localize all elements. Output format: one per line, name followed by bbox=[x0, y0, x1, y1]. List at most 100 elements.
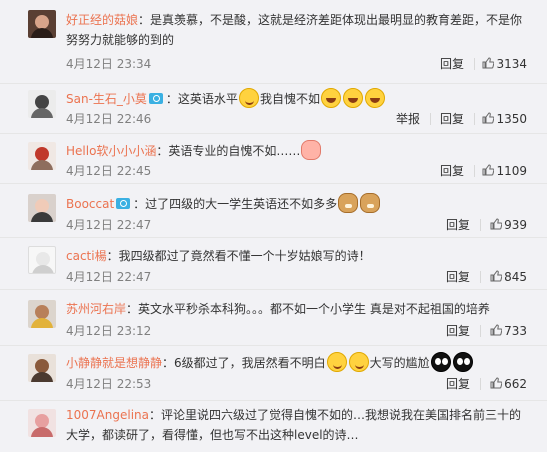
like-button[interactable]: 3134 bbox=[482, 56, 527, 72]
like-button[interactable]: 1109 bbox=[482, 163, 527, 179]
avatar-body-icon bbox=[31, 427, 53, 437]
avatar-face-icon bbox=[35, 305, 49, 319]
reply-button[interactable]: 回复 bbox=[440, 163, 464, 179]
avatar-face-icon bbox=[35, 199, 49, 213]
reply-button[interactable]: 回复 bbox=[440, 111, 464, 127]
like-button[interactable]: 733 bbox=[490, 323, 527, 339]
comment-item: San-生石_小莫 ：这英语水平 我自愧不如 4月12日 22:46 举报 回复 1… bbox=[0, 83, 547, 133]
comment-username[interactable]: Booccat bbox=[66, 197, 114, 211]
action-divider bbox=[480, 219, 481, 231]
comment-time: 4月12日 22:47 bbox=[66, 218, 152, 232]
comment-body-continued: 我自愧不如 bbox=[259, 92, 320, 106]
like-button[interactable]: 1350 bbox=[482, 111, 527, 127]
avatar-face-icon bbox=[35, 359, 49, 373]
like-count: 939 bbox=[504, 218, 527, 232]
avatar-face-icon bbox=[35, 95, 49, 109]
vip-badge-icon bbox=[116, 198, 131, 209]
comment-text: 小静静就是想静静：6级都过了，我居然看不明白 大写的尴尬 bbox=[66, 352, 529, 373]
avatar-body-icon bbox=[31, 318, 53, 328]
comment-text: Hello软小小小涵：英语专业的自愧不如…… bbox=[66, 140, 529, 161]
comment-text: 1007Angelina：评论里说四六级过了觉得自愧不如的…我想说我在美国排名前… bbox=[66, 405, 529, 445]
black-face-emoji bbox=[452, 352, 473, 372]
comment-body: ：这英语水平 bbox=[165, 92, 238, 106]
comment-time: 4月12日 22:53 bbox=[66, 377, 152, 391]
sly-face-emoji bbox=[326, 352, 347, 372]
comment-username[interactable]: 好正经的菇娘 bbox=[66, 13, 138, 27]
comment-body-continued: 大写的尴尬 bbox=[369, 356, 430, 370]
avatar-face-icon bbox=[35, 15, 49, 29]
reply-button[interactable]: 回复 bbox=[446, 269, 470, 285]
like-count: 733 bbox=[504, 324, 527, 338]
comment-time: 4月12日 22:45 bbox=[66, 164, 152, 178]
action-divider bbox=[480, 378, 481, 390]
avatar[interactable] bbox=[28, 194, 56, 222]
avatar-face-icon bbox=[35, 414, 49, 428]
comment-time: 4月12日 23:12 bbox=[66, 324, 152, 338]
like-button[interactable]: 662 bbox=[490, 376, 527, 392]
thumbs-up-icon bbox=[482, 164, 495, 176]
thumbs-up-icon bbox=[490, 324, 503, 336]
avatar[interactable] bbox=[28, 10, 56, 38]
avatar-body-icon bbox=[31, 372, 53, 382]
avatar[interactable] bbox=[28, 409, 56, 437]
avatar-face-icon bbox=[35, 147, 49, 161]
comment-item: 苏州河右岸：英文水平秒杀本科狗。。。都不如一个小学生 真是对不起祖国的培养 4月… bbox=[0, 289, 547, 345]
doge-emoji bbox=[338, 193, 359, 213]
comment-item: cacti楊：我四级都过了竟然看不懂一个十岁姑娘写的诗！ 4月12日 22:47… bbox=[0, 237, 547, 289]
like-button[interactable]: 845 bbox=[490, 269, 527, 285]
thumbs-up-icon bbox=[490, 377, 503, 389]
avatar[interactable] bbox=[28, 246, 56, 274]
like-button[interactable]: 939 bbox=[490, 217, 527, 233]
comment-item: Hello软小小小涵：英语专业的自愧不如…… 4月12日 22:45 回复 11… bbox=[0, 133, 547, 183]
comment-body: ：我四级都过了竟然看不懂一个十岁姑娘写的诗！ bbox=[106, 249, 371, 263]
comment-username[interactable]: 苏州河右岸 bbox=[66, 302, 126, 316]
comment-time: 4月12日 22:47 bbox=[66, 270, 152, 284]
comment-body: ：6级都过了，我居然看不明白 bbox=[162, 356, 326, 370]
comment-username[interactable]: 1007Angelina bbox=[66, 408, 149, 422]
laugh-cry-emoji bbox=[364, 88, 385, 108]
comment-text: cacti楊：我四级都过了竟然看不懂一个十岁姑娘写的诗！ bbox=[66, 246, 529, 266]
doge-emoji bbox=[360, 193, 381, 213]
comment-list: 好正经的菇娘：是真羡慕，不是酸，这就是经济差距体现出最明显的教育差距，不是你努努… bbox=[0, 0, 547, 452]
avatar[interactable] bbox=[28, 354, 56, 382]
comment-username[interactable]: 小静静就是想静静 bbox=[66, 356, 162, 370]
pink-shy-emoji bbox=[301, 140, 322, 160]
thumbs-up-icon bbox=[482, 57, 495, 69]
comment-item: 好正经的菇娘：是真羡慕，不是酸，这就是经济差距体现出最明显的教育差距，不是你努努… bbox=[0, 0, 547, 83]
avatar[interactable] bbox=[28, 142, 56, 170]
comment-username[interactable]: cacti楊 bbox=[66, 249, 107, 263]
comment-item: 小静静就是想静静：6级都过了，我居然看不明白 大写的尴尬 4月12日 22:53 … bbox=[0, 345, 547, 400]
like-count: 845 bbox=[504, 270, 527, 284]
like-count: 1350 bbox=[496, 112, 527, 126]
reply-button[interactable]: 回复 bbox=[446, 217, 470, 233]
avatar-face-icon bbox=[36, 252, 50, 266]
comment-username[interactable]: San-生石_小莫 bbox=[66, 92, 147, 106]
comment-username[interactable]: Hello软小小小涵 bbox=[66, 144, 156, 158]
thumbs-up-icon bbox=[482, 112, 495, 124]
reply-button[interactable]: 回复 bbox=[446, 323, 470, 339]
comment-item: Booccat ：过了四级的大一学生英语还不如多多 4月12日 22:47 回复 … bbox=[0, 183, 547, 237]
action-divider bbox=[474, 165, 475, 177]
like-count: 1109 bbox=[496, 164, 527, 178]
action-divider bbox=[474, 58, 475, 70]
action-divider bbox=[480, 325, 481, 337]
action-divider bbox=[430, 113, 431, 125]
reply-button[interactable]: 回复 bbox=[446, 376, 470, 392]
laugh-cry-emoji bbox=[320, 88, 341, 108]
comment-text: 苏州河右岸：英文水平秒杀本科狗。。。都不如一个小学生 真是对不起祖国的培养 bbox=[66, 299, 529, 319]
avatar-body-icon bbox=[31, 108, 53, 118]
comment-body: ：英语专业的自愧不如…… bbox=[156, 144, 301, 158]
comment-text: 好正经的菇娘：是真羡慕，不是酸，这就是经济差距体现出最明显的教育差距，不是你努努… bbox=[66, 10, 529, 50]
avatar-body-icon bbox=[32, 265, 54, 273]
like-count: 3134 bbox=[496, 57, 527, 71]
report-button[interactable]: 举报 bbox=[396, 111, 420, 127]
comment-text: San-生石_小莫 ：这英语水平 我自愧不如 bbox=[66, 88, 529, 109]
reply-button[interactable]: 回复 bbox=[440, 56, 464, 72]
comment-body: ：英文水平秒杀本科狗。。。都不如一个小学生 真是对不起祖国的培养 bbox=[126, 302, 490, 316]
vip-badge-icon bbox=[148, 93, 163, 104]
avatar[interactable] bbox=[28, 90, 56, 118]
thumbs-up-icon bbox=[490, 218, 503, 230]
avatar[interactable] bbox=[28, 300, 56, 328]
sly-face-emoji bbox=[348, 352, 369, 372]
comment-time: 4月12日 23:34 bbox=[66, 57, 152, 71]
